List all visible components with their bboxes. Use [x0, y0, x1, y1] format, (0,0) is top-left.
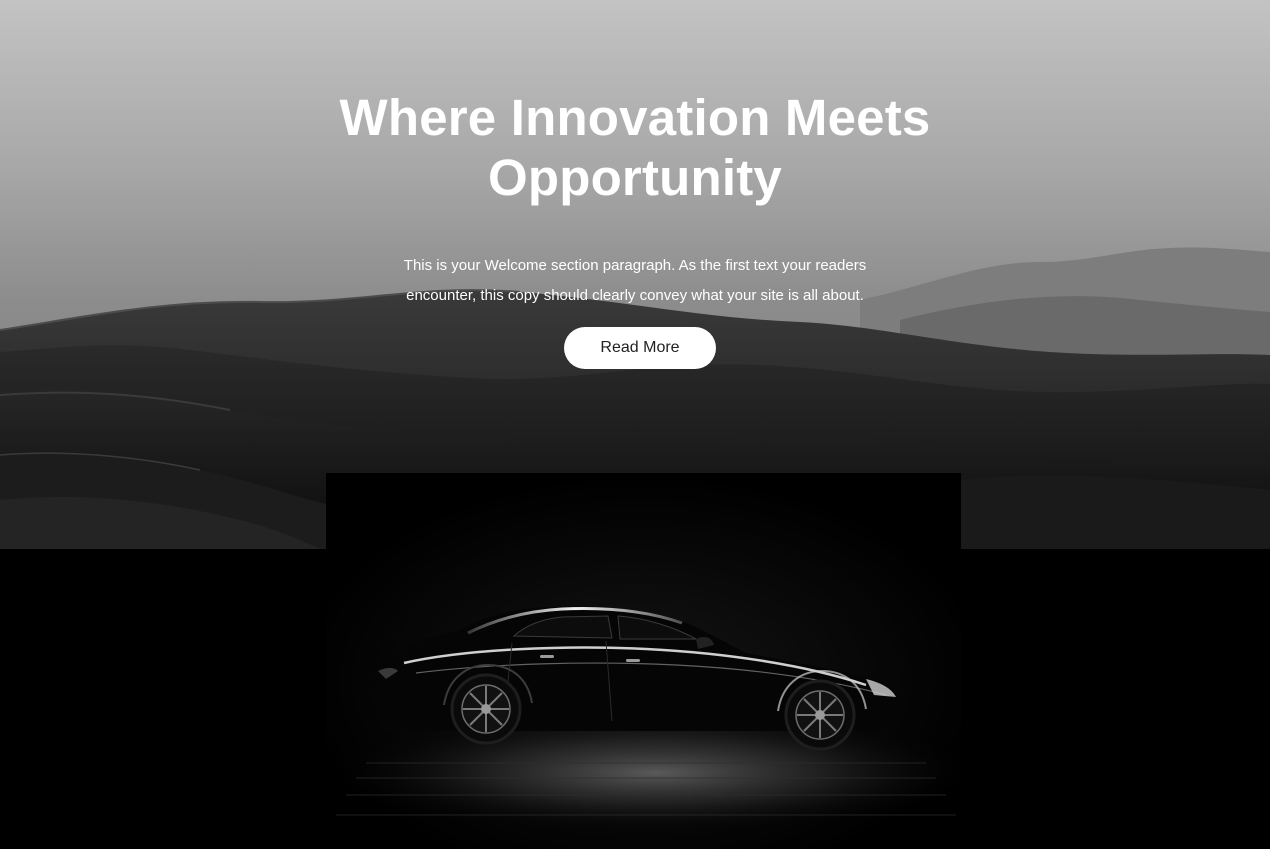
- hero-headline: Where Innovation Meets Opportunity: [285, 88, 985, 208]
- hero-paragraph: This is your Welcome section paragraph. …: [375, 251, 895, 311]
- hero-headline-line2: Opportunity: [488, 149, 782, 206]
- car-photo: [326, 473, 961, 849]
- sedan-silhouette-image: [326, 473, 961, 849]
- hero-headline-line1: Where Innovation Meets: [339, 89, 931, 146]
- read-more-button[interactable]: Read More: [564, 327, 716, 369]
- hero-paragraph-line2: encounter, this copy should clearly conv…: [406, 287, 864, 304]
- page: Where Innovation Meets Opportunity This …: [0, 0, 1270, 849]
- hero-section: Where Innovation Meets Opportunity This …: [0, 0, 1270, 549]
- hero-paragraph-line1: This is your Welcome section paragraph. …: [403, 257, 867, 274]
